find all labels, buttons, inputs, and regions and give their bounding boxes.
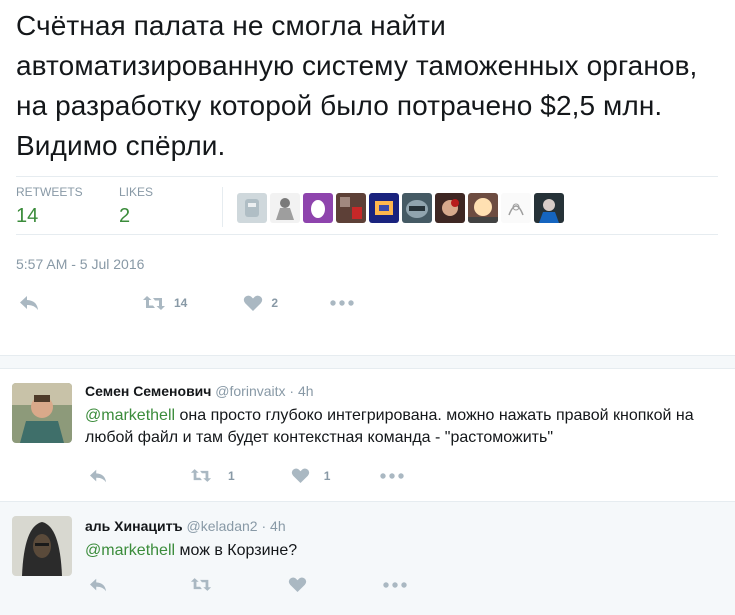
reply-avatar[interactable] (12, 383, 72, 443)
retweets-count: 14 (16, 205, 39, 227)
reply-author-handle[interactable]: @forinvaitx (215, 383, 285, 399)
reply-text: @markethell мож в Корзине? (85, 540, 715, 562)
reply-actions: 1 1 (88, 467, 444, 484)
reply-actions (88, 576, 447, 593)
liker-avatar[interactable] (303, 193, 333, 223)
more-button[interactable] (380, 472, 405, 480)
more-button[interactable] (330, 299, 354, 307)
heart-icon (291, 468, 309, 484)
likes-label: LIKES (119, 185, 154, 199)
liker-avatar[interactable] (369, 193, 399, 223)
reply-body-text: она просто глубоко интегрирована. можно … (85, 407, 694, 446)
reply-icon (90, 578, 106, 591)
retweet-icon (143, 296, 165, 310)
reply-icon (90, 469, 106, 482)
retweets-label: RETWEETS (16, 185, 83, 199)
reply-icon (20, 296, 38, 310)
reply-text: @markethell она просто глубоко интегриро… (85, 405, 715, 449)
retweet-icon (190, 578, 212, 591)
reply-author-name[interactable]: аль Хинацитъ (85, 518, 183, 534)
reply-author-handle[interactable]: @keladan2 (187, 518, 258, 534)
retweet-button[interactable] (190, 577, 212, 592)
reply-button[interactable] (88, 577, 108, 593)
like-button[interactable] (288, 576, 307, 593)
retweet-count: 1 (228, 468, 235, 483)
reply-avatar[interactable] (12, 516, 72, 576)
liker-avatar[interactable] (435, 193, 465, 223)
more-button[interactable] (383, 581, 407, 589)
more-icon (330, 300, 354, 306)
retweet-button[interactable]: 14 (142, 295, 187, 311)
reply-button[interactable] (88, 468, 108, 484)
more-icon (383, 581, 407, 588)
reply-separator-dot: · (289, 383, 295, 399)
retweet-icon (190, 469, 212, 482)
liker-avatar[interactable] (336, 193, 366, 223)
liker-avatar[interactable] (402, 193, 432, 223)
reply-separator-dot: · (261, 518, 267, 534)
reply-item[interactable]: Семен Семенович @forinvaitx · 4h @market… (0, 369, 735, 501)
reply-mention[interactable]: @markethell (85, 542, 175, 559)
retweets-stat[interactable]: RETWEETS 14 (16, 185, 83, 229)
reply-body-text: мож в Корзине? (175, 542, 298, 559)
reply-author-name[interactable]: Семен Семенович (85, 383, 211, 399)
like-count: 2 (271, 296, 279, 310)
replies-separator (0, 355, 735, 369)
heart-icon (244, 295, 263, 311)
tweet-text: Счётная палата не смогла найти автоматиз… (16, 10, 698, 161)
reply-time[interactable]: 4h (270, 518, 286, 534)
tweet-timestamp[interactable]: 5:57 AM - 5 Jul 2016 (16, 256, 144, 272)
tweet-actions: 14 2 (18, 294, 394, 312)
heart-icon (288, 577, 307, 593)
liker-avatars (237, 193, 564, 223)
likes-stat[interactable]: LIKES 2 (119, 185, 153, 229)
retweet-button[interactable]: 1 (190, 468, 235, 483)
reply-header: аль Хинацитъ @keladan2 · 4h (85, 518, 286, 534)
liker-avatar[interactable] (237, 193, 267, 223)
reply-mention[interactable]: @markethell (85, 407, 175, 424)
like-count: 1 (323, 468, 331, 483)
reply-item[interactable]: аль Хинацитъ @keladan2 · 4h @markethell … (0, 501, 735, 615)
reply-time[interactable]: 4h (298, 383, 314, 399)
more-icon (380, 472, 405, 479)
like-button[interactable]: 2 (243, 294, 278, 312)
retweet-count: 14 (174, 296, 188, 310)
liker-avatar[interactable] (468, 193, 498, 223)
liker-avatar[interactable] (501, 193, 531, 223)
like-button[interactable]: 1 (291, 467, 331, 484)
stats-divider (222, 187, 223, 227)
liker-avatar[interactable] (534, 193, 564, 223)
tweet-stats: RETWEETS 14 LIKES 2 (16, 176, 718, 235)
liker-avatar[interactable] (270, 193, 300, 223)
likes-count: 2 (119, 205, 131, 227)
reply-button[interactable] (18, 294, 40, 312)
reply-header: Семен Семенович @forinvaitx · 4h (85, 383, 314, 399)
